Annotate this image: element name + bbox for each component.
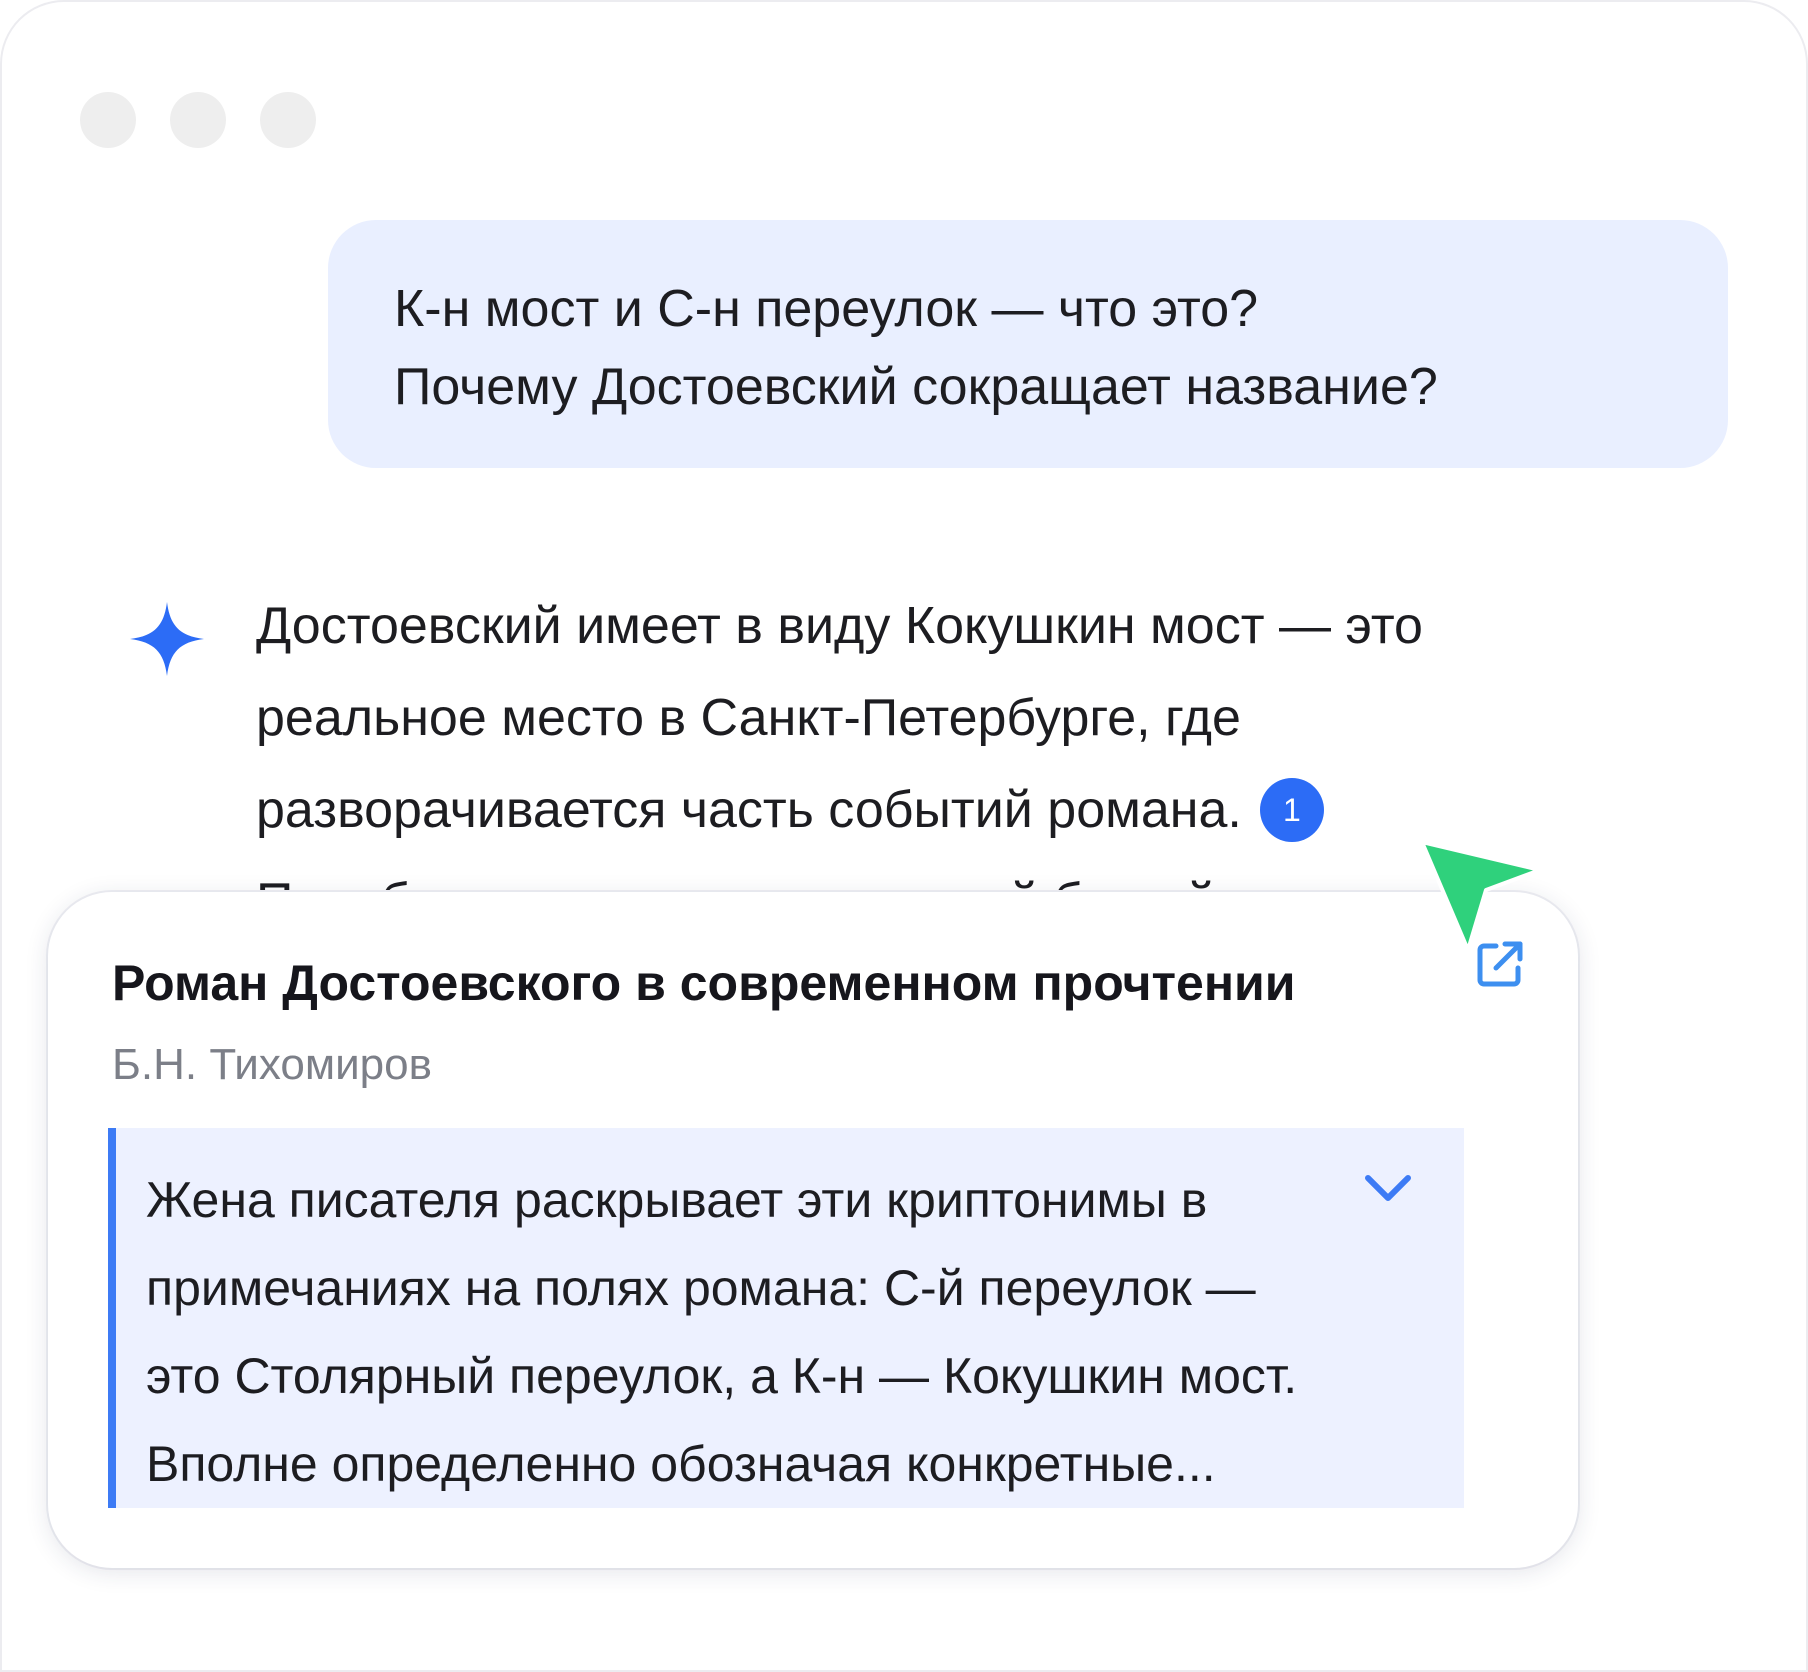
- app-stage: К-н мост и С-н переулок — что это? Почем…: [0, 0, 1808, 1672]
- window-dot-close[interactable]: [80, 92, 136, 148]
- chevron-down-icon[interactable]: [1360, 1160, 1416, 1216]
- user-message-line: Почему Достоевский сокращает название?: [394, 358, 1438, 416]
- sparkle-icon: [130, 602, 204, 676]
- source-author: Б.Н. Тихомиров: [112, 1040, 432, 1089]
- user-message-line: К-н мост и С-н переулок — что это?: [394, 280, 1259, 338]
- answer-line: реальное место в Санкт-Петербурге, где: [256, 689, 1241, 747]
- citation-badge[interactable]: 1: [1259, 778, 1324, 842]
- window-controls: [80, 92, 316, 148]
- quote-line: примечаниях на полях романа: С-й переуло…: [146, 1260, 1256, 1316]
- quote-line: это Столярный переулок, а К-н — Кокушкин…: [146, 1348, 1298, 1404]
- source-quote: Жена писателя раскрывает эти криптонимы …: [108, 1128, 1464, 1508]
- cursor-pointer-icon: [1420, 840, 1542, 952]
- app-window: К-н мост и С-н переулок — что это? Почем…: [0, 0, 1808, 1672]
- source-card[interactable]: Роман Достоевского в современном прочтен…: [48, 892, 1578, 1568]
- answer-line-text: разворачивается часть событий романа.: [256, 781, 1242, 839]
- window-dot-minimize[interactable]: [170, 92, 226, 148]
- quote-line: Вполне определенно обозначая конкретные.…: [146, 1436, 1216, 1492]
- quote-line: Жена писателя раскрывает эти криптонимы …: [146, 1172, 1208, 1228]
- answer-line: Достоевский имеет в виду Кокушкин мост —…: [256, 597, 1423, 655]
- source-title[interactable]: Роман Достоевского в современном прочтен…: [112, 954, 1296, 1012]
- user-message-bubble: К-н мост и С-н переулок — что это? Почем…: [328, 220, 1728, 468]
- window-dot-maximize[interactable]: [260, 92, 316, 148]
